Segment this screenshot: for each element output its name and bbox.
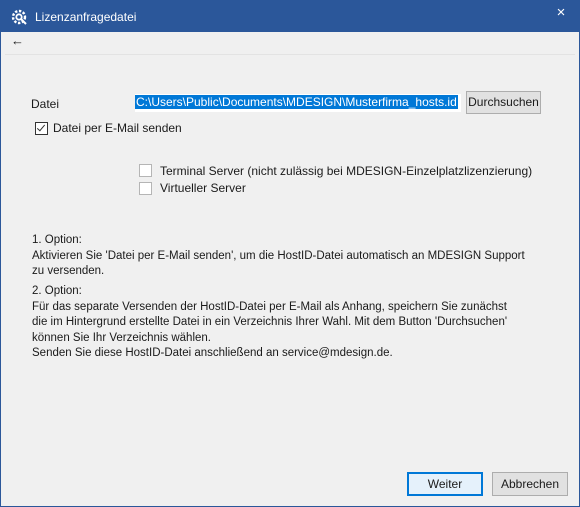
- email-checkbox-label: Datei per E-Mail senden: [53, 121, 182, 135]
- gear-icon: [10, 8, 28, 26]
- browse-button[interactable]: Durchsuchen: [466, 91, 541, 114]
- option1-text: Aktivieren Sie 'Datei per E-Mail senden'…: [32, 249, 525, 278]
- toolbar: ←: [1, 32, 579, 50]
- file-path-value: C:\Users\Public\Documents\MDESIGN\Muster…: [135, 95, 458, 109]
- email-checkbox[interactable]: [35, 122, 48, 135]
- option2-text: Für das separate Versenden der HostID-Da…: [32, 300, 508, 344]
- next-button[interactable]: Weiter: [407, 472, 483, 496]
- title-bar: Lizenzanfragedatei ×: [1, 1, 579, 32]
- file-path-field[interactable]: C:\Users\Public\Documents\MDESIGN\Muster…: [135, 94, 461, 112]
- arrow-left-icon[interactable]: ←: [11, 32, 24, 50]
- window-title: Lizenzanfragedatei: [35, 10, 137, 24]
- virtual-server-checkbox[interactable]: [139, 182, 152, 195]
- cancel-button[interactable]: Abbrechen: [492, 472, 568, 496]
- terminal-server-checkbox[interactable]: [139, 164, 152, 177]
- option2-block: 2. Option: Für das separate Versenden de…: [32, 284, 512, 362]
- dialog-window: Lizenzanfragedatei × ← Datei C:\Users\Pu…: [0, 0, 580, 507]
- option2-title: 2. Option:: [32, 285, 82, 297]
- close-icon[interactable]: ×: [551, 4, 571, 22]
- option2-text2: Senden Sie diese HostID-Datei anschließe…: [32, 347, 393, 360]
- main-content: Datei C:\Users\Public\Documents\MDESIGN\…: [5, 54, 575, 455]
- option1-title: 1. Option:: [32, 234, 82, 246]
- dialog-footer: Weiter Abbrechen: [1, 457, 579, 506]
- option1-block: 1. Option: Aktivieren Sie 'Datei per E-M…: [32, 233, 532, 280]
- file-label: Datei: [31, 97, 60, 111]
- virtual-server-label: Virtueller Server: [160, 181, 246, 195]
- terminal-server-label: Terminal Server (nicht zulässig bei MDES…: [160, 164, 533, 178]
